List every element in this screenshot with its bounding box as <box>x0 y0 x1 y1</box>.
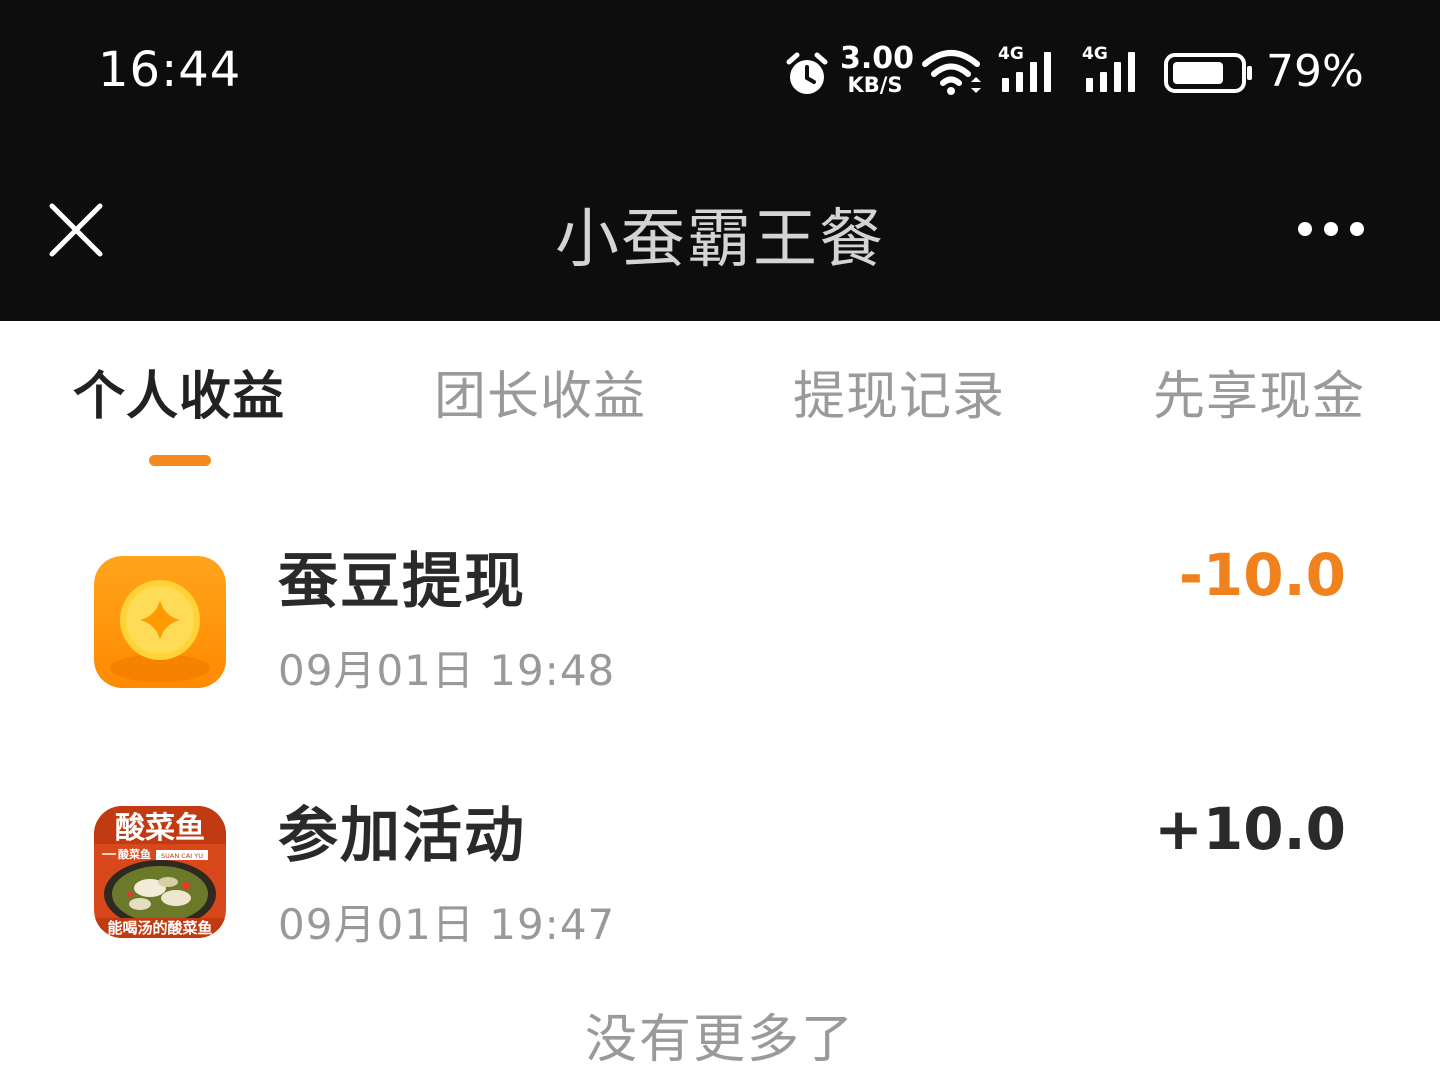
list-item[interactable]: 酸菜鱼 酸菜鱼 SUAN CAI YU 能喝汤的酸菜鱼 参加活动 09月01日 … <box>0 764 1440 984</box>
thumbnail-headline: 酸菜鱼 <box>115 811 205 846</box>
end-of-list-text: 没有更多了 <box>584 1010 855 1070</box>
alarm-icon <box>786 52 828 94</box>
food-thumbnail: 酸菜鱼 酸菜鱼 SUAN CAI YU 能喝汤的酸菜鱼 <box>94 806 226 938</box>
tab-advance-cash[interactable]: 先享现金 <box>1153 371 1365 423</box>
network-speed-value: 3.00 <box>840 41 915 76</box>
tab-withdrawal-records[interactable]: 提现记录 <box>793 371 1005 423</box>
record-amount: +10.0 <box>1154 795 1346 863</box>
more-icon[interactable] <box>1288 204 1378 254</box>
status-time: 16:44 <box>98 42 242 98</box>
wifi-icon <box>922 50 981 95</box>
record-title: 参加活动 <box>278 801 526 871</box>
thumbnail-subtitle: 酸菜鱼 <box>118 847 151 861</box>
cell-signal-icon: 4G <box>998 46 1064 96</box>
page-title: 小蚕霸王餐 <box>555 203 885 277</box>
list-item[interactable]: 蚕豆提现 09月01日 19:48 -10.0 <box>0 510 1440 730</box>
battery-percent: 79% <box>1266 46 1364 97</box>
title-bar: 小蚕霸王餐 <box>0 150 1440 321</box>
tab-bar: 个人收益 团长收益 提现记录 先享现金 <box>0 321 1440 481</box>
cell-signal-icon: 4G <box>1082 46 1148 96</box>
tab-personal-earnings[interactable]: 个人收益 <box>73 371 285 423</box>
record-amount: -10.0 <box>1178 541 1346 609</box>
active-tab-indicator <box>149 455 211 466</box>
network-speed-unit: KB/S <box>847 73 903 97</box>
thumbnail-subtitle-en: SUAN CAI YU <box>161 852 203 860</box>
record-time: 09月01日 19:48 <box>278 646 616 695</box>
status-bar: 16:44 3.00 KB/S 4G 4G 79% <box>0 0 1440 150</box>
record-time: 09月01日 19:47 <box>278 900 616 949</box>
thumbnail-footer: 能喝汤的酸菜鱼 <box>107 919 212 937</box>
tab-leader-earnings[interactable]: 团长收益 <box>434 371 646 423</box>
record-title: 蚕豆提现 <box>278 547 526 617</box>
coin-icon <box>94 556 226 688</box>
battery-icon <box>1164 53 1252 93</box>
network-speed: 3.00 KB/S <box>840 41 915 97</box>
close-icon[interactable] <box>40 194 112 266</box>
